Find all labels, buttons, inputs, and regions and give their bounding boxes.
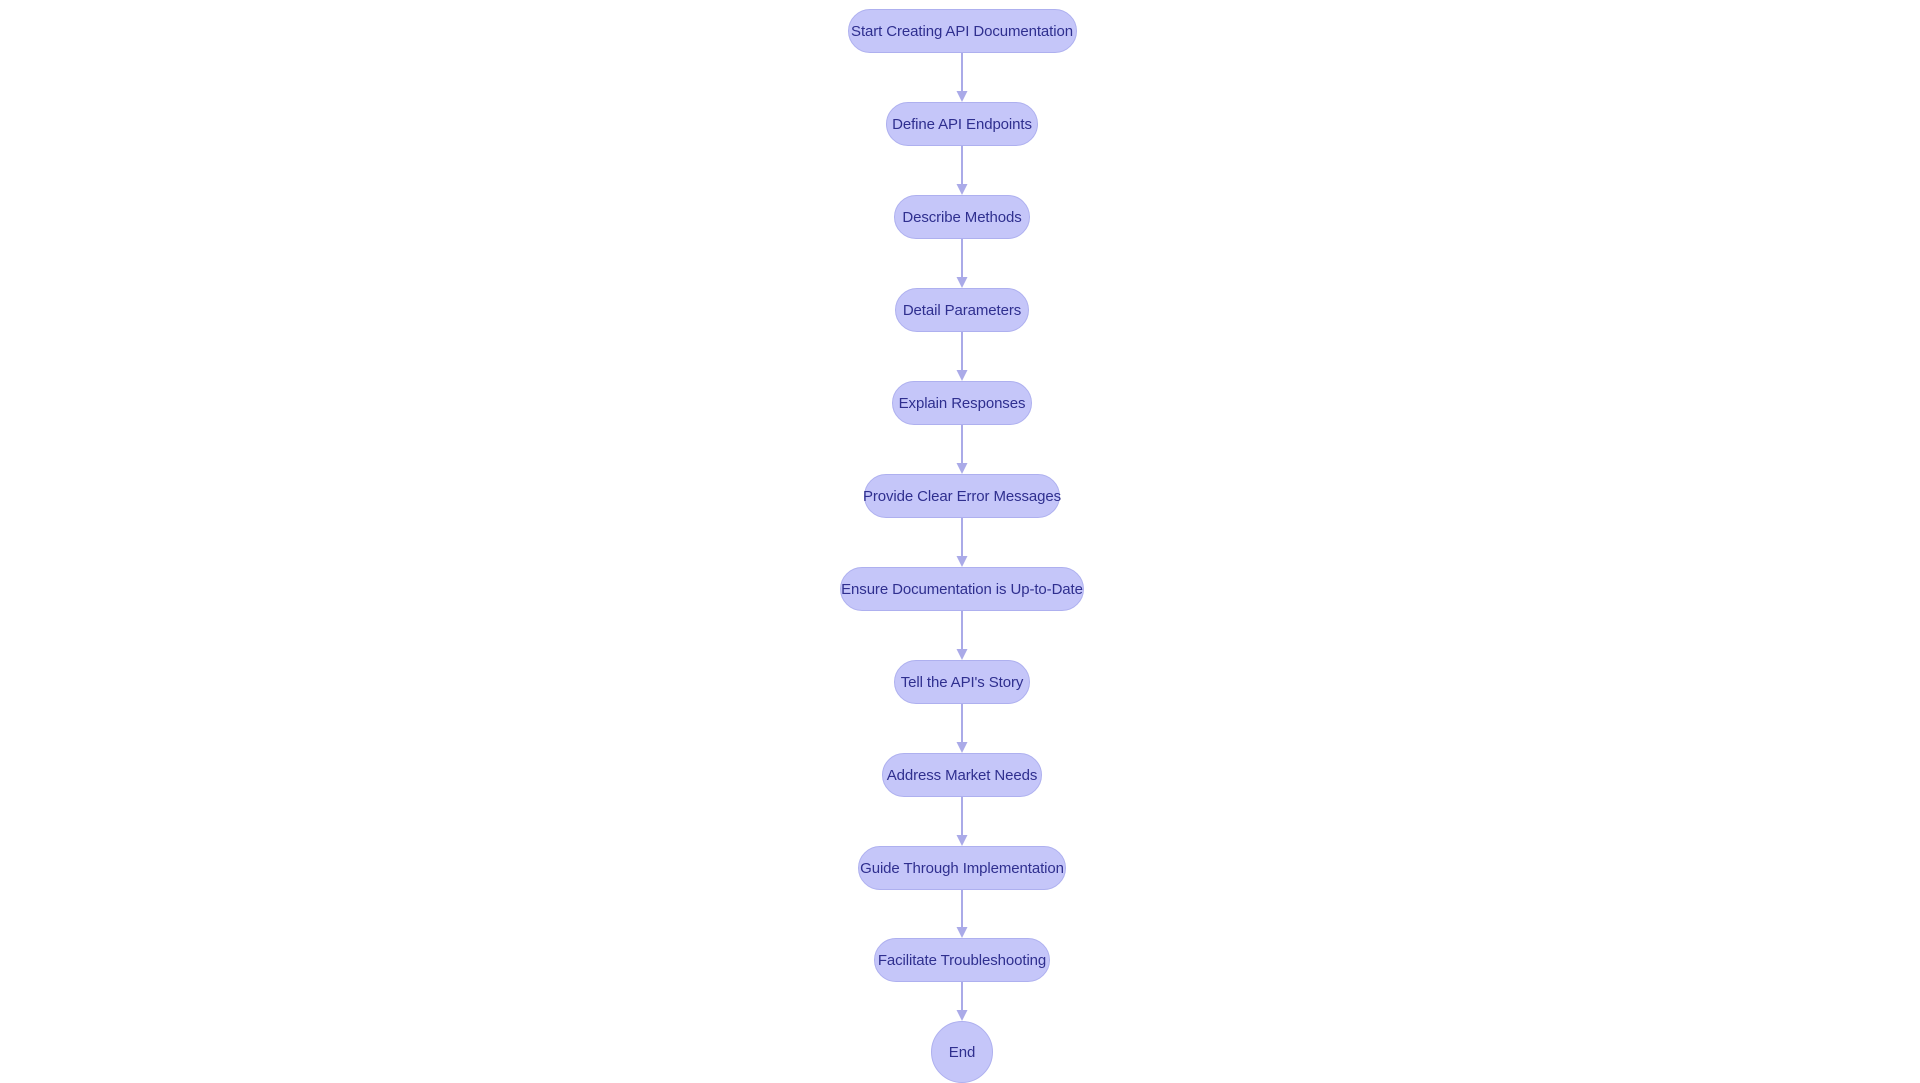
flow-node-label: Explain Responses: [898, 394, 1026, 412]
flow-node-n5[interactable]: Explain Responses: [892, 381, 1032, 425]
flow-edge-n6-to-n7: [956, 518, 968, 567]
flow-node-n2[interactable]: Define API Endpoints: [886, 102, 1038, 146]
flow-edge-n9-to-n10: [956, 797, 968, 846]
flow-node-n8[interactable]: Tell the API's Story: [894, 660, 1030, 704]
flow-edge-n11-to-n12: [956, 982, 968, 1021]
flow-edge-n2-to-n3: [956, 146, 968, 195]
flow-node-label: Define API Endpoints: [892, 115, 1032, 133]
flow-arrowhead-icon: [956, 370, 968, 381]
flow-node-label: Ensure Documentation is Up-to-Date: [841, 580, 1083, 598]
flow-node-label: Guide Through Implementation: [860, 859, 1064, 877]
flow-node-label: Describe Methods: [902, 208, 1022, 226]
flow-node-n3[interactable]: Describe Methods: [894, 195, 1030, 239]
flow-arrowhead-icon: [956, 742, 968, 753]
flow-node-label: Provide Clear Error Messages: [862, 487, 1062, 505]
flow-node-label: Start Creating API Documentation: [851, 22, 1073, 40]
flow-node-label: Facilitate Troubleshooting: [877, 951, 1047, 969]
flow-node-n10[interactable]: Guide Through Implementation: [858, 846, 1066, 890]
flow-arrowhead-icon: [956, 277, 968, 288]
flow-edge-n4-to-n5: [956, 332, 968, 381]
flow-node-label: Address Market Needs: [886, 766, 1038, 784]
flow-node-n7[interactable]: Ensure Documentation is Up-to-Date: [840, 567, 1084, 611]
flowchart-canvas: Start Creating API Documentation Define A…: [0, 0, 1920, 1083]
flow-node-n1[interactable]: Start Creating API Documentation: [847, 9, 1077, 53]
flow-arrowhead-icon: [956, 463, 968, 474]
flow-arrowhead-icon: [956, 556, 968, 567]
flow-node-label: End: [948, 1043, 976, 1061]
flow-node-n6[interactable]: Provide Clear Error Messages: [863, 474, 1061, 518]
flow-node-n11[interactable]: Facilitate Troubleshooting: [874, 938, 1050, 982]
flow-arrowhead-icon: [956, 184, 968, 195]
flow-arrowhead-icon: [956, 1010, 968, 1021]
flow-arrowhead-icon: [956, 649, 968, 660]
flow-edge-n3-to-n4: [956, 239, 968, 288]
flow-arrowhead-icon: [956, 835, 968, 846]
flow-edge-n8-to-n9: [956, 704, 968, 753]
flowchart-edge-layer: [956, 53, 968, 1021]
flow-node-n4[interactable]: Detail Parameters: [895, 288, 1029, 332]
flow-node-n9[interactable]: Address Market Needs: [882, 753, 1042, 797]
flow-node-label: Tell the API's Story: [900, 673, 1024, 691]
flow-edge-n5-to-n6: [956, 425, 968, 474]
flow-node-label: Detail Parameters: [902, 301, 1022, 319]
flow-arrowhead-icon: [956, 927, 968, 938]
flow-edge-n7-to-n8: [956, 611, 968, 660]
flow-edge-n10-to-n11: [956, 890, 968, 938]
flow-arrowhead-icon: [956, 91, 968, 102]
flow-edge-n1-to-n2: [956, 53, 968, 102]
flow-node-n12[interactable]: End: [931, 1021, 993, 1083]
